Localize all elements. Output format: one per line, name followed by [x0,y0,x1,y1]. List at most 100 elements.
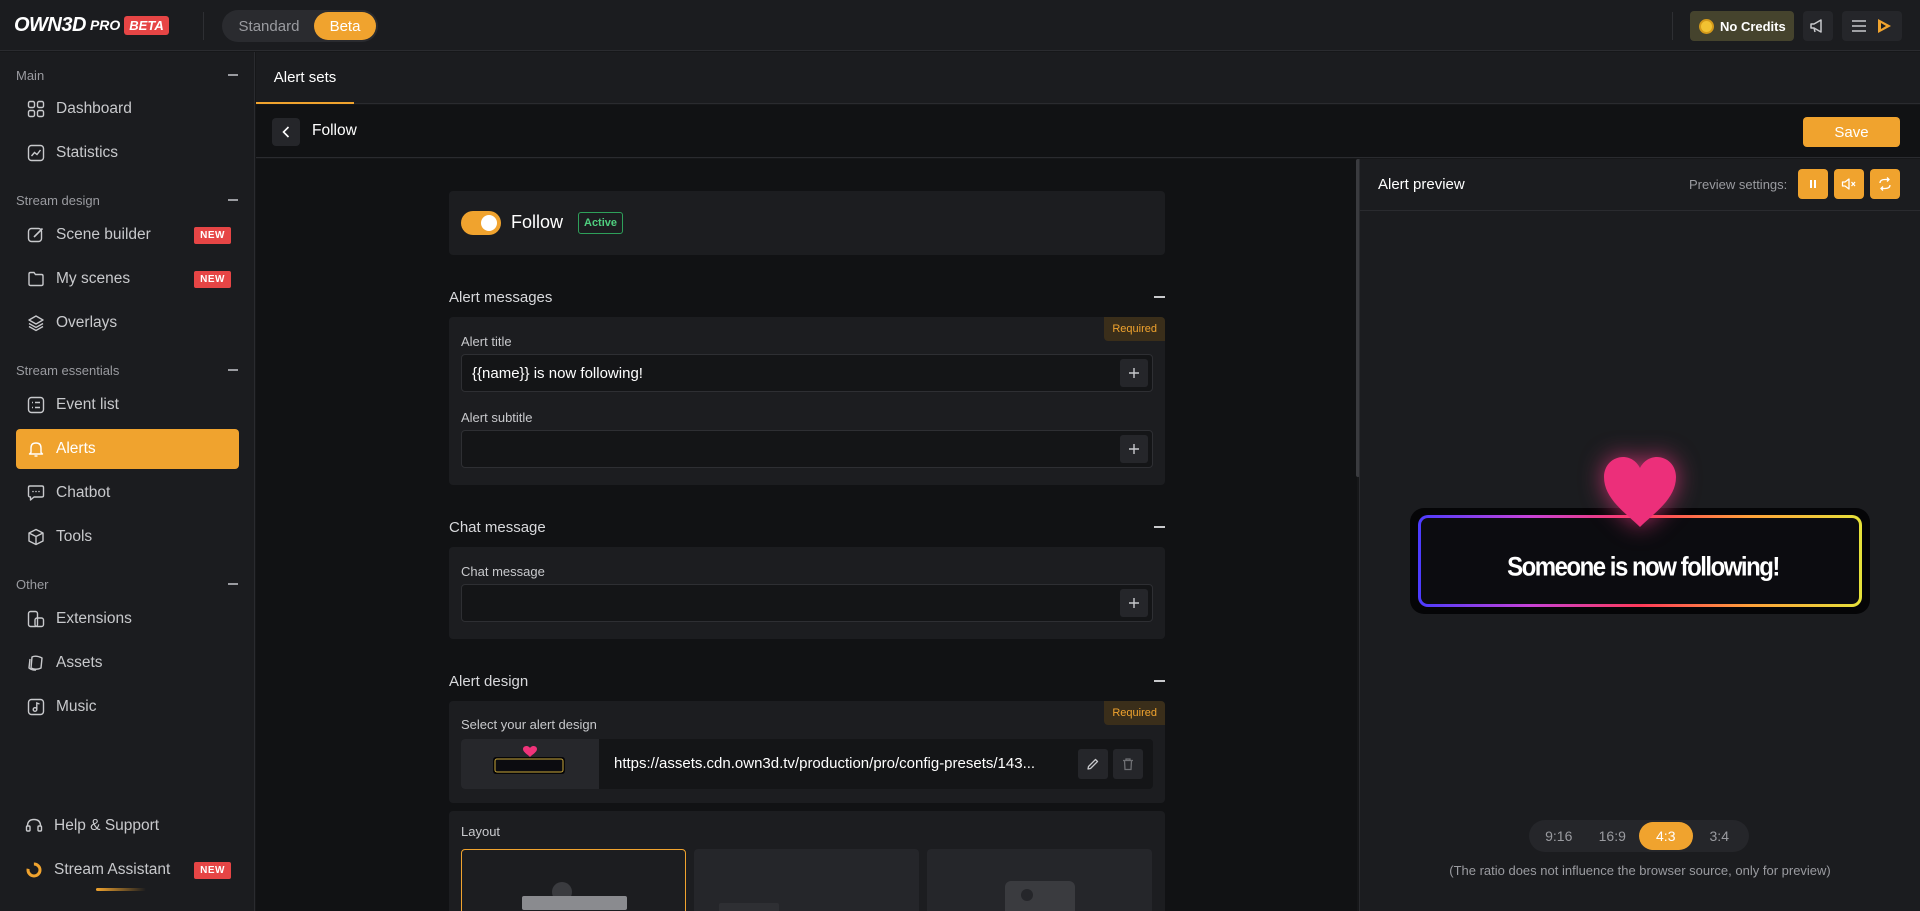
credits-button[interactable]: No Credits [1690,11,1794,41]
replay-preview-button[interactable] [1870,169,1900,199]
collapse-icon [228,369,238,371]
sidebar-item-label: Extensions [56,610,132,627]
logo-beta-badge: BETA [124,15,169,35]
own3d-play-icon [1878,19,1891,33]
sidebar-item-extensions[interactable]: Extensions [16,599,239,639]
insert-variable-button[interactable] [1120,589,1148,617]
page-title: Follow [312,122,357,139]
alert-design-url: https://assets.cdn.own3d.tv/production/p… [614,755,1036,772]
assistant-progress-bar [96,888,146,891]
menu-button[interactable] [1842,11,1902,41]
sidebar-item-event-list[interactable]: Event list [16,385,239,425]
alert-design-thumbnail [461,739,599,789]
grid-icon [26,99,46,119]
tab-alert-sets[interactable]: Alert sets [256,52,354,104]
new-badge: NEW [194,270,231,288]
section-title: Main [16,67,45,83]
ratio-option-4-3[interactable]: 4:3 [1639,822,1693,850]
sidebar-item-chatbot[interactable]: Chatbot [16,473,239,513]
layout-option-top[interactable] [461,849,686,911]
collapse-icon [228,74,238,76]
alert-preview-panel: Alert preview Preview settings: Someone … [1360,159,1920,911]
sidebar-item-alerts[interactable]: Alerts [16,429,239,469]
mode-switch: Standard Beta [222,10,378,42]
box-icon [26,527,46,547]
list-icon [26,395,46,415]
megaphone-icon [1810,19,1822,33]
music-icon [26,697,46,717]
layers-icon [26,313,46,333]
preview-header: Alert preview Preview settings: [1360,159,1920,211]
insert-variable-button[interactable] [1120,435,1148,463]
page-subheader: Follow Save [256,105,1920,158]
new-badge: NEW [194,226,231,244]
alert-design-card: Required Select your alert design https:… [449,701,1165,803]
help-support-link[interactable]: Help & Support [16,806,239,846]
tabs-row: Alert sets [256,52,1920,104]
chat-message-field[interactable] [461,584,1153,622]
ratio-note: (The ratio does not influence the browse… [1449,863,1831,878]
sidebar-item-music[interactable]: Music [16,687,239,727]
section-alert-messages[interactable]: Alert messages [449,287,1165,307]
alert-subtitle-field[interactable] [461,430,1153,468]
collapse-icon [1154,296,1165,298]
stream-assistant-icon [24,860,44,880]
sidebar-section-main[interactable]: Main [16,67,238,83]
plus-icon [1129,444,1139,454]
sidebar-item-statistics[interactable]: Statistics [16,133,239,173]
section-title: Chat message [449,518,546,536]
coin-icon [1699,18,1714,34]
divider [203,12,204,40]
follow-enabled-toggle[interactable] [461,211,501,235]
section-alert-design[interactable]: Alert design [449,671,1165,691]
save-button[interactable]: Save [1803,117,1900,147]
ratio-option-9-16[interactable]: 9:16 [1532,822,1586,850]
mute-preview-button[interactable] [1834,169,1864,199]
back-button[interactable] [272,118,300,146]
mode-standard-option[interactable]: Standard [224,12,314,40]
sidebar-item-my-scenes[interactable]: My scenes NEW [16,259,239,299]
sidebar-item-dashboard[interactable]: Dashboard [16,89,239,129]
announcements-button[interactable] [1803,11,1833,41]
sidebar-section-other[interactable]: Other [16,576,238,592]
mode-beta-option[interactable]: Beta [314,12,376,40]
plus-icon [1129,368,1139,378]
layout-option-middle[interactable] [694,849,919,911]
alert-messages-card: Required Alert title {{name}} is now fol… [449,317,1165,485]
alert-design-selector[interactable]: https://assets.cdn.own3d.tv/production/p… [461,739,1153,789]
alert-title-field[interactable]: {{name}} is now following! [461,354,1153,392]
delete-design-button[interactable] [1113,749,1143,779]
sidebar-section-stream-essentials[interactable]: Stream essentials [16,362,238,378]
collapse-icon [228,199,238,201]
help-support-label: Help & Support [54,817,160,834]
chart-icon [26,143,46,163]
sidebar-item-assets[interactable]: Assets [16,643,239,683]
alert-subtitle-label: Alert subtitle [461,410,533,425]
assets-icon [26,653,46,673]
sidebar-item-label: Chatbot [56,484,111,501]
edit-design-button[interactable] [1078,749,1108,779]
stream-assistant-link[interactable]: Stream Assistant NEW [16,850,239,890]
ratio-option-3-4[interactable]: 3:4 [1693,822,1747,850]
ratio-option-16-9[interactable]: 16:9 [1586,822,1640,850]
refresh-icon [1879,177,1891,191]
sidebar-item-scene-builder[interactable]: Scene builder NEW [16,215,239,255]
layout-option-side[interactable] [927,849,1152,911]
insert-variable-button[interactable] [1120,359,1148,387]
own3d-pro-logo[interactable]: OWN3D PRO BETA [14,13,169,37]
alert-title-value: {{name}} is now following! [472,364,643,382]
sidebar-item-label: Scene builder [56,226,151,243]
sidebar-item-overlays[interactable]: Overlays [16,303,239,343]
folder-icon [26,269,46,289]
sidebar-item-tools[interactable]: Tools [16,517,239,557]
new-badge: NEW [194,861,231,879]
plus-icon [1129,598,1139,608]
alert-editor: Follow Active Alert messages Required Al… [256,159,1357,911]
pause-preview-button[interactable] [1798,169,1828,199]
section-chat-message[interactable]: Chat message [449,517,1165,537]
sidebar-item-label: Statistics [56,144,119,161]
sidebar-section-stream-design[interactable]: Stream design [16,192,238,208]
pause-icon [1810,180,1816,188]
sidebar-item-label: Alerts [56,440,96,457]
layout-card: Layout [449,811,1165,911]
